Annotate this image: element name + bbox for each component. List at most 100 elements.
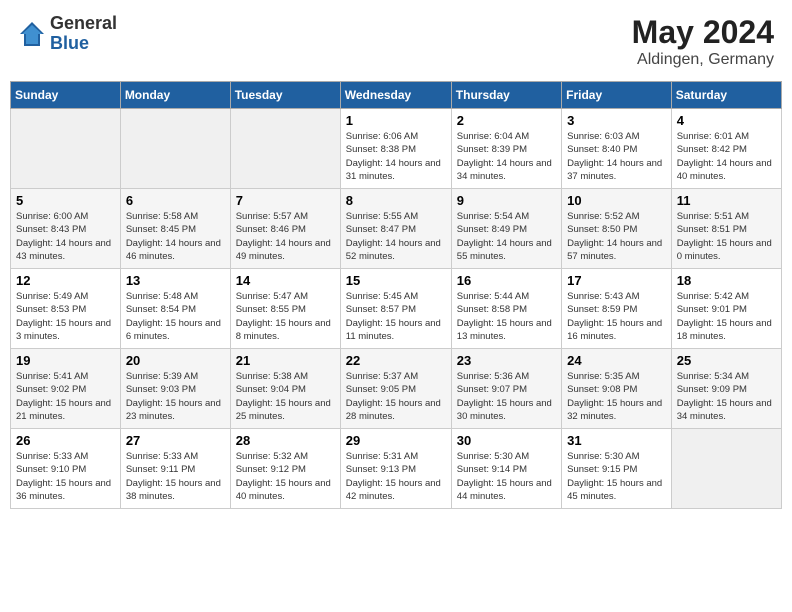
day-number: 26: [16, 433, 115, 448]
calendar-cell: 7 Sunrise: 5:57 AM Sunset: 8:46 PM Daylig…: [230, 189, 340, 269]
day-number: 11: [677, 193, 776, 208]
title-section: May 2024 Aldingen, Germany: [632, 14, 774, 69]
day-number: 27: [126, 433, 225, 448]
day-info: Sunrise: 5:45 AM Sunset: 8:57 PM Dayligh…: [346, 290, 446, 343]
day-info: Sunrise: 6:00 AM Sunset: 8:43 PM Dayligh…: [16, 210, 115, 263]
calendar-cell: 4 Sunrise: 6:01 AM Sunset: 8:42 PM Daylig…: [671, 109, 781, 189]
day-info: Sunrise: 5:35 AM Sunset: 9:08 PM Dayligh…: [567, 370, 666, 423]
day-number: 20: [126, 353, 225, 368]
day-info: Sunrise: 6:04 AM Sunset: 8:39 PM Dayligh…: [457, 130, 556, 183]
day-info: Sunrise: 5:44 AM Sunset: 8:58 PM Dayligh…: [457, 290, 556, 343]
day-info: Sunrise: 5:39 AM Sunset: 9:03 PM Dayligh…: [126, 370, 225, 423]
day-info: Sunrise: 5:47 AM Sunset: 8:55 PM Dayligh…: [236, 290, 335, 343]
day-number: 10: [567, 193, 666, 208]
logo-text: General Blue: [50, 14, 117, 54]
calendar-cell: 20 Sunrise: 5:39 AM Sunset: 9:03 PM Dayli…: [120, 349, 230, 429]
day-info: Sunrise: 5:31 AM Sunset: 9:13 PM Dayligh…: [346, 450, 446, 503]
day-info: Sunrise: 5:55 AM Sunset: 8:47 PM Dayligh…: [346, 210, 446, 263]
day-number: 3: [567, 113, 666, 128]
day-info: Sunrise: 6:06 AM Sunset: 8:38 PM Dayligh…: [346, 130, 446, 183]
day-number: 6: [126, 193, 225, 208]
day-info: Sunrise: 5:49 AM Sunset: 8:53 PM Dayligh…: [16, 290, 115, 343]
calendar-cell: 22 Sunrise: 5:37 AM Sunset: 9:05 PM Dayli…: [340, 349, 451, 429]
day-number: 19: [16, 353, 115, 368]
calendar-cell: 21 Sunrise: 5:38 AM Sunset: 9:04 PM Dayli…: [230, 349, 340, 429]
day-info: Sunrise: 5:41 AM Sunset: 9:02 PM Dayligh…: [16, 370, 115, 423]
page-header: General Blue May 2024 Aldingen, Germany: [10, 10, 782, 73]
day-of-week-header: Sunday: [11, 82, 121, 109]
day-info: Sunrise: 5:48 AM Sunset: 8:54 PM Dayligh…: [126, 290, 225, 343]
day-info: Sunrise: 5:33 AM Sunset: 9:11 PM Dayligh…: [126, 450, 225, 503]
calendar-cell: [671, 429, 781, 509]
day-info: Sunrise: 6:01 AM Sunset: 8:42 PM Dayligh…: [677, 130, 776, 183]
day-number: 29: [346, 433, 446, 448]
logo-blue: Blue: [50, 34, 117, 54]
day-number: 9: [457, 193, 556, 208]
day-info: Sunrise: 5:58 AM Sunset: 8:45 PM Dayligh…: [126, 210, 225, 263]
calendar-cell: 26 Sunrise: 5:33 AM Sunset: 9:10 PM Dayli…: [11, 429, 121, 509]
day-number: 21: [236, 353, 335, 368]
day-of-week-header: Wednesday: [340, 82, 451, 109]
day-number: 15: [346, 273, 446, 288]
calendar-cell: 17Sunrise: 5:43 AM Sunset: 8:59 PM Dayli…: [562, 269, 672, 349]
calendar-cell: 9 Sunrise: 5:54 AM Sunset: 8:49 PM Daylig…: [451, 189, 561, 269]
day-number: 7: [236, 193, 335, 208]
day-info: Sunrise: 5:57 AM Sunset: 8:46 PM Dayligh…: [236, 210, 335, 263]
day-number: 22: [346, 353, 446, 368]
calendar-week-row: 19 Sunrise: 5:41 AM Sunset: 9:02 PM Dayli…: [11, 349, 782, 429]
day-number: 25: [677, 353, 776, 368]
calendar-cell: 10Sunrise: 5:52 AM Sunset: 8:50 PM Dayli…: [562, 189, 672, 269]
calendar-cell: 14 Sunrise: 5:47 AM Sunset: 8:55 PM Dayli…: [230, 269, 340, 349]
logo: General Blue: [18, 14, 117, 54]
day-number: 1: [346, 113, 446, 128]
day-info: Sunrise: 5:30 AM Sunset: 9:15 PM Dayligh…: [567, 450, 666, 503]
day-number: 28: [236, 433, 335, 448]
logo-general: General: [50, 14, 117, 34]
day-number: 18: [677, 273, 776, 288]
day-number: 17: [567, 273, 666, 288]
day-info: Sunrise: 6:03 AM Sunset: 8:40 PM Dayligh…: [567, 130, 666, 183]
calendar-cell: 2 Sunrise: 6:04 AM Sunset: 8:39 PM Daylig…: [451, 109, 561, 189]
day-info: Sunrise: 5:42 AM Sunset: 9:01 PM Dayligh…: [677, 290, 776, 343]
calendar-cell: 8Sunrise: 5:55 AM Sunset: 8:47 PM Daylig…: [340, 189, 451, 269]
day-info: Sunrise: 5:30 AM Sunset: 9:14 PM Dayligh…: [457, 450, 556, 503]
calendar-cell: 15 Sunrise: 5:45 AM Sunset: 8:57 PM Dayli…: [340, 269, 451, 349]
day-info: Sunrise: 5:54 AM Sunset: 8:49 PM Dayligh…: [457, 210, 556, 263]
day-of-week-header: Tuesday: [230, 82, 340, 109]
day-of-week-header: Friday: [562, 82, 672, 109]
calendar-cell: 11Sunrise: 5:51 AM Sunset: 8:51 PM Dayli…: [671, 189, 781, 269]
calendar-week-row: 1 Sunrise: 6:06 AM Sunset: 8:38 PM Daylig…: [11, 109, 782, 189]
day-info: Sunrise: 5:38 AM Sunset: 9:04 PM Dayligh…: [236, 370, 335, 423]
calendar-cell: 25 Sunrise: 5:34 AM Sunset: 9:09 PM Dayli…: [671, 349, 781, 429]
calendar-cell: 28 Sunrise: 5:32 AM Sunset: 9:12 PM Dayli…: [230, 429, 340, 509]
calendar-cell: 13 Sunrise: 5:48 AM Sunset: 8:54 PM Dayli…: [120, 269, 230, 349]
day-info: Sunrise: 5:32 AM Sunset: 9:12 PM Dayligh…: [236, 450, 335, 503]
day-info: Sunrise: 5:34 AM Sunset: 9:09 PM Dayligh…: [677, 370, 776, 423]
calendar-week-row: 26 Sunrise: 5:33 AM Sunset: 9:10 PM Dayli…: [11, 429, 782, 509]
calendar-cell: 27 Sunrise: 5:33 AM Sunset: 9:11 PM Dayli…: [120, 429, 230, 509]
day-number: 24: [567, 353, 666, 368]
day-number: 14: [236, 273, 335, 288]
day-number: 13: [126, 273, 225, 288]
day-of-week-header: Saturday: [671, 82, 781, 109]
day-number: 12: [16, 273, 115, 288]
day-number: 4: [677, 113, 776, 128]
calendar-cell: 30 Sunrise: 5:30 AM Sunset: 9:14 PM Dayli…: [451, 429, 561, 509]
day-number: 31: [567, 433, 666, 448]
calendar-header-row: SundayMondayTuesdayWednesdayThursdayFrid…: [11, 82, 782, 109]
calendar-cell: 12 Sunrise: 5:49 AM Sunset: 8:53 PM Dayli…: [11, 269, 121, 349]
calendar-cell: 5Sunrise: 6:00 AM Sunset: 8:43 PM Daylig…: [11, 189, 121, 269]
calendar-table: SundayMondayTuesdayWednesdayThursdayFrid…: [10, 81, 782, 509]
day-number: 23: [457, 353, 556, 368]
day-info: Sunrise: 5:33 AM Sunset: 9:10 PM Dayligh…: [16, 450, 115, 503]
calendar-cell: 19 Sunrise: 5:41 AM Sunset: 9:02 PM Dayli…: [11, 349, 121, 429]
location: Aldingen, Germany: [632, 51, 774, 69]
calendar-cell: 6 Sunrise: 5:58 AM Sunset: 8:45 PM Daylig…: [120, 189, 230, 269]
calendar-cell: 18 Sunrise: 5:42 AM Sunset: 9:01 PM Dayli…: [671, 269, 781, 349]
day-number: 2: [457, 113, 556, 128]
calendar-cell: 23 Sunrise: 5:36 AM Sunset: 9:07 PM Dayli…: [451, 349, 561, 429]
calendar-cell: [11, 109, 121, 189]
day-info: Sunrise: 5:37 AM Sunset: 9:05 PM Dayligh…: [346, 370, 446, 423]
day-info: Sunrise: 5:36 AM Sunset: 9:07 PM Dayligh…: [457, 370, 556, 423]
day-number: 30: [457, 433, 556, 448]
